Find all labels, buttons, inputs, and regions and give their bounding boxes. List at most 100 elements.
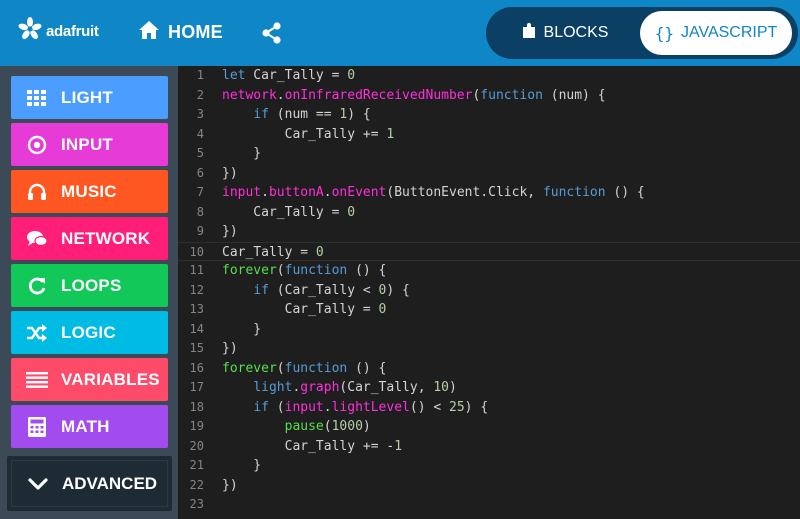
top-bar: adafruit HOME BLOCKS {} JAVASCRIPT (0, 0, 800, 66)
code-token: onEvent (331, 185, 387, 200)
code-token: 1 (386, 126, 395, 142)
code-token: 0 (347, 68, 356, 83)
code-token: (num) { (542, 87, 606, 103)
code-token: if (253, 107, 269, 122)
code-line[interactable]: 5 } (178, 144, 800, 164)
category-network[interactable]: NETWORK (11, 217, 168, 260)
category-label: INPUT (61, 134, 113, 154)
javascript-label: JAVASCRIPT (680, 24, 778, 41)
code-token: buttonA (268, 185, 324, 200)
line-number: 3 (196, 107, 204, 121)
brand-logo[interactable]: adafruit (18, 17, 99, 46)
code-token: ( (276, 263, 285, 278)
line-number: 12 (189, 282, 204, 297)
code-token: . (261, 185, 269, 200)
code-line[interactable]: 21 } (178, 456, 800, 476)
line-text: network.onInfraredReceivedNumber(functio… (222, 86, 606, 106)
target-icon (23, 135, 51, 155)
line-number: 11 (189, 263, 204, 277)
code-line[interactable]: 7 input.buttonA.onEvent(ButtonEvent.Click… (178, 183, 800, 203)
line-text: if (num == 1) { (222, 105, 370, 125)
code-line[interactable]: 22}) (178, 476, 800, 496)
category-variables[interactable]: VARIABLES (11, 358, 168, 401)
code-token: function (542, 185, 606, 200)
code-editor[interactable]: 1 let Car_Tally = 0 2 network.onInfraredRec… (178, 66, 800, 519)
code-line[interactable]: 16 forever(function () { (178, 359, 800, 379)
code-line[interactable]: 14 } (178, 320, 800, 340)
code-line[interactable]: 19 pause(1000) (178, 417, 800, 437)
line-number: 1 (196, 68, 204, 82)
brand-name: adafruit (46, 23, 99, 40)
chat-icon (23, 230, 51, 248)
code-token: }) (222, 341, 238, 356)
line-text: Car_Tally = 0 (222, 300, 387, 320)
puzzle-piece-icon (522, 22, 536, 44)
category-label: MATH (61, 416, 110, 436)
line-number: 4 (196, 126, 204, 141)
toolbox-sidebar: LIGHT INPUT MUSIC NETWORK LOOPS LOGIC VA… (0, 66, 178, 519)
code-line[interactable]: 13 Car_Tally = 0 (178, 300, 800, 320)
line-number: 23 (189, 497, 204, 511)
code-token: ) (362, 419, 371, 434)
line-text: }) (222, 222, 238, 242)
code-token: forever (222, 360, 277, 376)
code-token: (Car_Tally < (268, 282, 379, 298)
code-token: () { (347, 360, 387, 376)
line-number: 17 (189, 380, 204, 394)
category-light[interactable]: LIGHT (11, 76, 168, 119)
code-line[interactable]: 12 if (Car_Tally < 0) { (178, 281, 800, 301)
category-math[interactable]: MATH (11, 405, 168, 448)
code-line[interactable]: 6}) (178, 164, 800, 184)
code-token: graph (300, 380, 340, 395)
advanced-button[interactable]: ADVANCED (11, 460, 168, 507)
line-text: if (Car_Tally < 0) { (222, 281, 410, 301)
category-label: NETWORK (61, 228, 151, 248)
code-token: lightLevel (331, 399, 410, 415)
code-token: () < (409, 399, 450, 415)
code-line[interactable]: 23 (178, 495, 800, 515)
code-line[interactable]: 3 if (num == 1) { (178, 105, 800, 125)
code-line[interactable]: 2 network.onInfraredReceivedNumber(functi… (178, 86, 800, 106)
code-token: function (284, 360, 348, 376)
code-line[interactable]: 4 Car_Tally += 1 (178, 125, 800, 145)
home-label: HOME (168, 22, 223, 42)
blocks-tab[interactable]: BLOCKS (492, 11, 638, 55)
line-number: 20 (189, 438, 204, 453)
category-music[interactable]: MUSIC (11, 170, 168, 213)
line-number: 8 (196, 204, 204, 219)
line-text: }) (222, 476, 238, 496)
category-loops[interactable]: LOOPS (11, 264, 168, 307)
chevron-down-icon (24, 477, 52, 491)
code-line[interactable]: 11 forever(function () { (178, 261, 800, 281)
category-input[interactable]: INPUT (11, 123, 168, 166)
code-line[interactable]: 10 Car_Tally = 0 (178, 241, 800, 261)
line-number: 21 (189, 458, 204, 472)
code-token: } (222, 321, 262, 337)
code-line[interactable]: 17 light.graph(Car_Tally, 10) (178, 378, 800, 398)
code-line[interactable]: 1 let Car_Tally = 0 (178, 66, 800, 86)
code-line[interactable]: 18 if (input.lightLevel() < 25) { (178, 398, 800, 418)
code-line[interactable]: 15}) (178, 339, 800, 359)
share-button[interactable] (261, 22, 283, 49)
home-button[interactable]: HOME (138, 20, 223, 45)
code-token: } (222, 458, 262, 473)
javascript-tab[interactable]: {} JAVASCRIPT (640, 11, 792, 55)
code-token: ) { (464, 399, 489, 415)
category-logic[interactable]: LOGIC (11, 311, 168, 354)
code-token: function (480, 87, 543, 103)
code-token: 0 (347, 204, 356, 220)
code-token: }) (222, 224, 238, 239)
line-text: } (222, 144, 261, 164)
code-token: light (253, 380, 293, 395)
code-line[interactable]: 9}) (178, 222, 800, 242)
category-label: LOOPS (61, 275, 122, 295)
code-line[interactable]: 8 Car_Tally = 0 (178, 203, 800, 223)
code-token: . (276, 87, 285, 103)
category-label: LOGIC (61, 322, 116, 342)
code-line[interactable]: 20 Car_Tally += -1 (178, 437, 800, 457)
line-number: 2 (196, 87, 204, 102)
line-number: 13 (189, 302, 204, 316)
code-token: input (284, 399, 324, 415)
